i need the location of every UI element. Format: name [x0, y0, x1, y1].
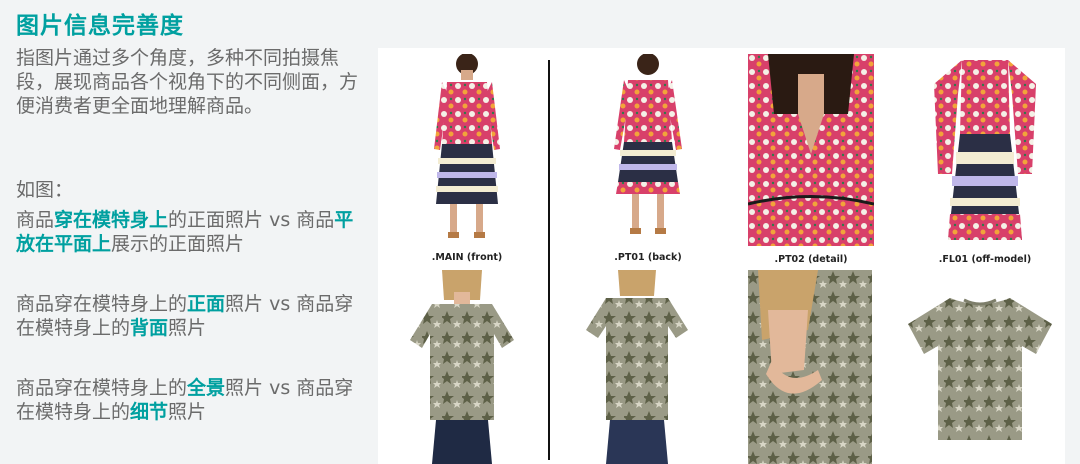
dress-detail-photo [748, 54, 874, 246]
tshirt-flat-photo [904, 294, 1056, 442]
page-title: 图片信息完善度 [16, 13, 184, 39]
column-divider [548, 60, 550, 460]
dress-front-photo [412, 54, 522, 244]
caption-fl01-off-model: .FL01 (off-model) [938, 254, 1032, 265]
comparison-model-vs-flat: 商品穿在模特身上的正面照片 vs 商品平放在平面上展示的正面照片 [16, 209, 354, 255]
intro-text: 指图片通过多个角度，多种不同拍摄焦段，展现商品各个视角下的不同侧面，方便消费者更… [16, 47, 359, 117]
tshirt-detail-photo [748, 270, 872, 464]
dress-flat-photo [930, 54, 1040, 246]
caption-pt01-back: .PT01 (back) [614, 252, 682, 263]
dress-back-photo [598, 54, 698, 244]
tshirt-back-photo [584, 270, 690, 464]
comparison-front-vs-back: 商品穿在模特身上的正面照片 vs 商品穿在模特身上的背面照片 [16, 293, 354, 339]
product-image-panel: .MAIN (front) .PT01 (back) .PT02 (detail… [378, 48, 1065, 464]
caption-main-front: .MAIN (front) [431, 252, 503, 263]
comparison-full-vs-detail: 商品穿在模特身上的全景照片 vs 商品穿在模特身上的细节照片 [16, 377, 354, 423]
example-label: 如图： [16, 179, 74, 201]
caption-pt02-detail: .PT02 (detail) [774, 254, 848, 265]
tshirt-front-photo [402, 270, 522, 464]
